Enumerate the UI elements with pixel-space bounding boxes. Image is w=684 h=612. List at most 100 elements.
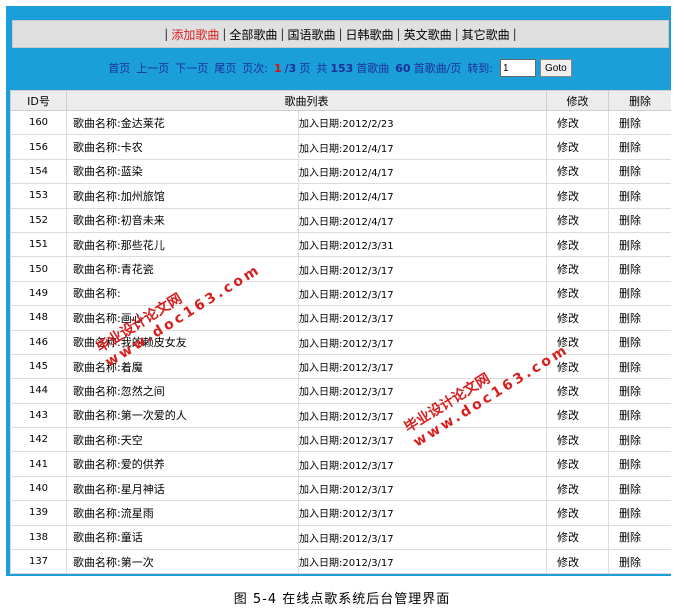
- song-id: 148: [10, 305, 67, 331]
- delete-link[interactable]: 删除: [608, 353, 671, 380]
- date-prefix: 加入日期:: [299, 289, 343, 301]
- pager: 首页 上一页 下一页 尾页 页次: 1 /3 页 共 153 首歌曲 60 首歌…: [6, 52, 671, 84]
- song-name: 金达莱花: [120, 116, 165, 130]
- date-prefix: 加入日期:: [299, 485, 343, 497]
- nav-separator: |: [164, 27, 169, 41]
- nav-link-2[interactable]: 国语歌曲: [287, 26, 335, 43]
- edit-link[interactable]: 修改: [546, 524, 609, 551]
- song-name: 童话: [120, 531, 143, 545]
- name-prefix: 歌曲名称:: [73, 165, 121, 179]
- edit-link[interactable]: 修改: [546, 158, 609, 185]
- table-row: 151 歌曲名称:那些花儿 加入日期:2012/3/31 修改 删除: [10, 231, 671, 258]
- date-cell: 加入日期:2012/3/17: [298, 256, 547, 282]
- song-id: 141: [10, 451, 67, 477]
- category-nav: | 添加歌曲 | 全部歌曲 | 国语歌曲 | 日韩歌曲 | 英文歌曲 | 其它歌曲 |: [12, 20, 669, 48]
- name-prefix: 歌曲名称:: [73, 433, 121, 447]
- song-name-cell: 歌曲名称:那些花儿: [66, 231, 299, 258]
- edit-link[interactable]: 修改: [546, 280, 609, 307]
- delete-link[interactable]: 删除: [608, 207, 671, 233]
- song-name-cell: 歌曲名称:童话: [66, 524, 299, 551]
- song-name: 爱的供养: [120, 458, 165, 472]
- edit-link[interactable]: 修改: [546, 231, 609, 258]
- delete-link[interactable]: 删除: [608, 524, 671, 551]
- header-song-list: 歌曲列表: [66, 90, 547, 111]
- song-id: 144: [10, 378, 67, 404]
- per-page: 60: [395, 61, 411, 75]
- date-cell: 加入日期:2012/3/17: [298, 549, 547, 575]
- delete-link[interactable]: 删除: [608, 329, 671, 355]
- edit-link[interactable]: 修改: [546, 109, 609, 136]
- edit-link[interactable]: 修改: [546, 451, 609, 477]
- nav-separator: |: [338, 27, 343, 41]
- date-cell: 加入日期:2012/3/17: [298, 500, 547, 526]
- nav-link-3[interactable]: 日韩歌曲: [346, 26, 394, 43]
- table-row: 139 歌曲名称:流星雨 加入日期:2012/3/17 修改 删除: [10, 500, 671, 526]
- nav-link-0[interactable]: 添加歌曲: [171, 26, 219, 43]
- song-name-cell: 歌曲名称:金达莱花: [66, 109, 299, 136]
- delete-link[interactable]: 删除: [608, 451, 671, 477]
- delete-link[interactable]: 删除: [608, 134, 671, 160]
- edit-link[interactable]: 修改: [546, 402, 609, 429]
- nav-link-1[interactable]: 全部歌曲: [229, 26, 277, 43]
- total-suffix: 首歌曲: [356, 62, 390, 75]
- delete-link[interactable]: 删除: [608, 500, 671, 526]
- added-date: 2012/3/17: [342, 338, 394, 350]
- name-prefix: 歌曲名称:: [73, 263, 121, 277]
- song-id: 146: [10, 329, 67, 355]
- total-pages: /3: [284, 61, 297, 75]
- last-page-link[interactable]: 尾页: [214, 60, 236, 76]
- first-page-link[interactable]: 首页: [108, 60, 130, 76]
- delete-link[interactable]: 删除: [608, 183, 671, 209]
- song-id: 151: [10, 231, 67, 258]
- delete-link[interactable]: 删除: [608, 427, 671, 453]
- delete-link[interactable]: 删除: [608, 280, 671, 307]
- delete-link[interactable]: 删除: [608, 475, 671, 502]
- total-count: 153: [330, 61, 354, 75]
- edit-link[interactable]: 修改: [546, 305, 609, 331]
- edit-link[interactable]: 修改: [546, 378, 609, 404]
- song-name: 着魔: [120, 360, 143, 374]
- delete-link[interactable]: 删除: [608, 231, 671, 258]
- song-id: 153: [10, 183, 67, 209]
- goto-page-input[interactable]: [500, 59, 537, 77]
- delete-link[interactable]: 删除: [608, 109, 671, 136]
- edit-link[interactable]: 修改: [546, 475, 609, 502]
- date-cell: 加入日期:2012/3/17: [298, 451, 547, 477]
- song-name-cell: 歌曲名称:第一次爱的人: [66, 402, 299, 429]
- table-row: 154 歌曲名称:蓝染 加入日期:2012/4/17 修改 删除: [10, 158, 671, 185]
- delete-link[interactable]: 删除: [608, 378, 671, 404]
- next-page-link[interactable]: 下一页: [175, 60, 208, 76]
- date-prefix: 加入日期:: [299, 436, 343, 448]
- song-name-cell: 歌曲名称:流星雨: [66, 500, 299, 526]
- edit-link[interactable]: 修改: [546, 500, 609, 526]
- song-name-cell: 歌曲名称:加州旅馆: [66, 183, 299, 209]
- nav-link-5[interactable]: 其它歌曲: [462, 26, 510, 43]
- edit-link[interactable]: 修改: [546, 183, 609, 209]
- total-prefix: 共: [316, 62, 328, 75]
- date-cell: 加入日期:2012/3/31: [298, 231, 547, 258]
- edit-link[interactable]: 修改: [546, 207, 609, 233]
- table-row: 141 歌曲名称:爱的供养 加入日期:2012/3/17 修改 删除: [10, 451, 671, 477]
- edit-link[interactable]: 修改: [546, 427, 609, 453]
- goto-button[interactable]: Goto: [540, 59, 572, 77]
- added-date: 2012/3/17: [342, 387, 394, 399]
- song-name-cell: 歌曲名称:卡农: [66, 134, 299, 160]
- delete-link[interactable]: 删除: [608, 402, 671, 429]
- prev-page-link[interactable]: 上一页: [136, 60, 169, 76]
- song-name: 忽然之间: [120, 384, 165, 398]
- table-row: 160 歌曲名称:金达莱花 加入日期:2012/2/23 修改 删除: [10, 109, 671, 136]
- name-prefix: 歌曲名称:: [73, 287, 121, 301]
- song-name-cell: 歌曲名称:蓝染: [66, 158, 299, 185]
- added-date: 2012/3/17: [342, 289, 394, 301]
- date-prefix: 加入日期:: [299, 265, 343, 277]
- delete-link[interactable]: 删除: [608, 256, 671, 282]
- table-row: 156 歌曲名称:卡农 加入日期:2012/4/17 修改 删除: [10, 134, 671, 160]
- delete-link[interactable]: 删除: [608, 305, 671, 331]
- date-prefix: 加入日期:: [299, 509, 343, 521]
- edit-link[interactable]: 修改: [546, 134, 609, 160]
- delete-link[interactable]: 删除: [608, 158, 671, 185]
- edit-link[interactable]: 修改: [546, 256, 609, 282]
- edit-link[interactable]: 修改: [546, 549, 609, 575]
- nav-link-4[interactable]: 英文歌曲: [404, 26, 452, 43]
- delete-link[interactable]: 删除: [608, 549, 671, 575]
